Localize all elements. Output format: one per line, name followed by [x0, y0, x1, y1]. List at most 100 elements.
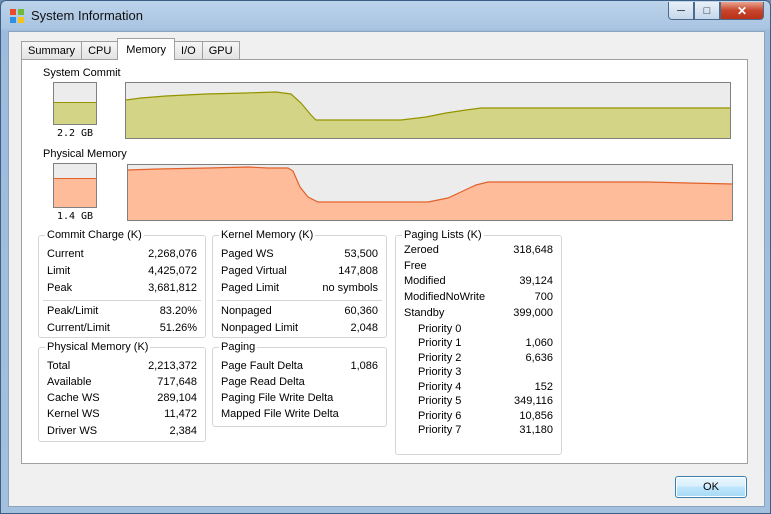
- system-information-window: System Information ─ □ ✕ Summary CPU Mem…: [0, 0, 771, 514]
- tab-cpu[interactable]: CPU: [81, 41, 119, 60]
- physical-memory-gauge: [53, 163, 97, 208]
- lists-row-priority-6: Priority 6 10,856: [418, 410, 553, 424]
- row-label: Zeroed: [404, 244, 439, 256]
- row-label: ModifiedNoWrite: [404, 291, 486, 303]
- row-value: 2,213,372: [148, 360, 197, 372]
- lists-row-priority-0: Priority 0: [418, 323, 553, 337]
- row-label: Free: [404, 260, 427, 272]
- kernel-row-paged-virtual: Paged Virtual 147,808: [221, 265, 378, 279]
- row-label: Priority 7: [418, 424, 462, 436]
- physical-memory-group: Physical Memory (K) Total 2,213,372 Avail…: [38, 341, 206, 442]
- lists-row-priority-1: Priority 1 1,060: [418, 337, 553, 351]
- app-icon: [10, 9, 24, 23]
- kernel-row-nonpaged-limit: Nonpaged Limit 2,048: [221, 322, 378, 336]
- tab-gpu[interactable]: GPU: [201, 41, 240, 60]
- phys-row-total: Total 2,213,372: [47, 360, 197, 374]
- row-label: Total: [47, 360, 71, 372]
- row-value: 1,086: [350, 360, 378, 372]
- row-value: 147,808: [338, 265, 378, 277]
- row-label: Priority 4: [418, 381, 462, 393]
- row-value: 2,048: [350, 322, 378, 334]
- commit-row-limit: Limit 4,425,072: [47, 265, 197, 279]
- row-label: Peak/Limit: [47, 305, 99, 317]
- row-label: Paged Limit: [221, 282, 280, 294]
- maximize-button[interactable]: □: [694, 2, 720, 20]
- row-label: Page Read Delta: [221, 376, 305, 388]
- paging-row-file-write-delta: Paging File Write Delta: [221, 392, 378, 406]
- history-area: [128, 167, 732, 220]
- phys-row-cache-ws: Cache WS 289,104: [47, 392, 197, 406]
- row-label: Peak: [47, 282, 73, 294]
- row-value: 31,180: [519, 424, 553, 436]
- system-commit-history: [126, 91, 730, 138]
- divider: [43, 300, 201, 301]
- physical-memory-label: Physical Memory: [43, 148, 127, 160]
- memory-tab-panel: System Commit 2.2 GB Physical Memory 1.4…: [21, 59, 748, 464]
- commit-row-peak-limit: Peak/Limit 83.20%: [47, 305, 197, 319]
- row-label: Priority 2: [418, 352, 462, 364]
- row-value: no symbols: [322, 282, 378, 294]
- minimize-button[interactable]: ─: [668, 2, 694, 20]
- row-label: Priority 1: [418, 337, 462, 349]
- caption-buttons: ─ □ ✕: [668, 2, 764, 22]
- tab-summary[interactable]: Summary: [21, 41, 83, 60]
- commit-charge-group: Commit Charge (K) Current 2,268,076 Limit…: [38, 229, 206, 338]
- tab-strip: Summary CPU Memory I/O GPU: [21, 38, 240, 60]
- commit-row-current: Current 2,268,076: [47, 248, 197, 262]
- row-value: 83.20%: [159, 305, 197, 317]
- physical-memory-title: Physical Memory (K): [45, 341, 151, 353]
- row-value: 399,000: [513, 307, 553, 319]
- row-label: Page Fault Delta: [221, 360, 303, 372]
- title-bar[interactable]: System Information ─ □ ✕: [1, 1, 770, 31]
- row-label: Nonpaged Limit: [221, 322, 299, 334]
- lists-row-priority-4: Priority 4 152: [418, 381, 553, 395]
- paging-row-fault-delta: Page Fault Delta 1,086: [221, 360, 378, 374]
- minimize-icon: ─: [677, 4, 685, 17]
- row-value: 152: [534, 381, 553, 393]
- row-label: Paged Virtual: [221, 265, 287, 277]
- row-value: 289,104: [157, 392, 197, 404]
- paging-group: Paging Page Fault Delta 1,086 Page Read D…: [212, 341, 387, 427]
- row-label: Paging File Write Delta: [221, 392, 334, 404]
- row-value: 1,060: [525, 337, 553, 349]
- row-value: 53,500: [344, 248, 378, 260]
- history-area: [126, 92, 730, 138]
- ok-button[interactable]: OK: [675, 476, 747, 498]
- physical-memory-graph: [127, 164, 733, 221]
- row-label: Driver WS: [47, 425, 98, 437]
- row-value: 318,648: [513, 244, 553, 256]
- row-value: 2,268,076: [148, 248, 197, 260]
- system-commit-label: System Commit: [43, 67, 121, 79]
- tab-io[interactable]: I/O: [174, 41, 203, 60]
- lists-row-modified-nowrite: ModifiedNoWrite 700: [404, 291, 553, 305]
- row-label: Priority 6: [418, 410, 462, 422]
- row-label: Priority 5: [418, 395, 462, 407]
- divider: [217, 300, 382, 301]
- lists-row-priority-3: Priority 3: [418, 366, 553, 380]
- lists-row-modified: Modified 39,124: [404, 275, 553, 289]
- system-commit-gauge: [53, 82, 97, 125]
- row-value: 3,681,812: [148, 282, 197, 294]
- client-area: Summary CPU Memory I/O GPU System Commit…: [8, 31, 765, 507]
- row-label: Current: [47, 248, 84, 260]
- kernel-row-nonpaged: Nonpaged 60,360: [221, 305, 378, 319]
- row-label: Mapped File Write Delta: [221, 408, 339, 420]
- kernel-row-paged-limit: Paged Limit no symbols: [221, 282, 378, 296]
- kernel-memory-title: Kernel Memory (K): [219, 229, 316, 241]
- system-commit-gauge-fill: [54, 102, 96, 124]
- row-label: Priority 0: [418, 323, 462, 335]
- window-title: System Information: [31, 8, 143, 23]
- physical-memory-history: [128, 166, 732, 220]
- row-label: Limit: [47, 265, 71, 277]
- row-value: 51.26%: [159, 322, 197, 334]
- row-label: Modified: [404, 275, 446, 287]
- tab-memory[interactable]: Memory: [117, 38, 176, 60]
- row-label: Nonpaged: [221, 305, 272, 317]
- close-button[interactable]: ✕: [720, 2, 764, 20]
- lists-row-priority-7: Priority 7 31,180: [418, 424, 553, 438]
- row-value: 349,116: [514, 395, 553, 407]
- lists-row-free: Free: [404, 260, 553, 274]
- physical-memory-gauge-fill: [54, 178, 96, 207]
- commit-row-current-limit: Current/Limit 51.26%: [47, 322, 197, 336]
- commit-row-peak: Peak 3,681,812: [47, 282, 197, 296]
